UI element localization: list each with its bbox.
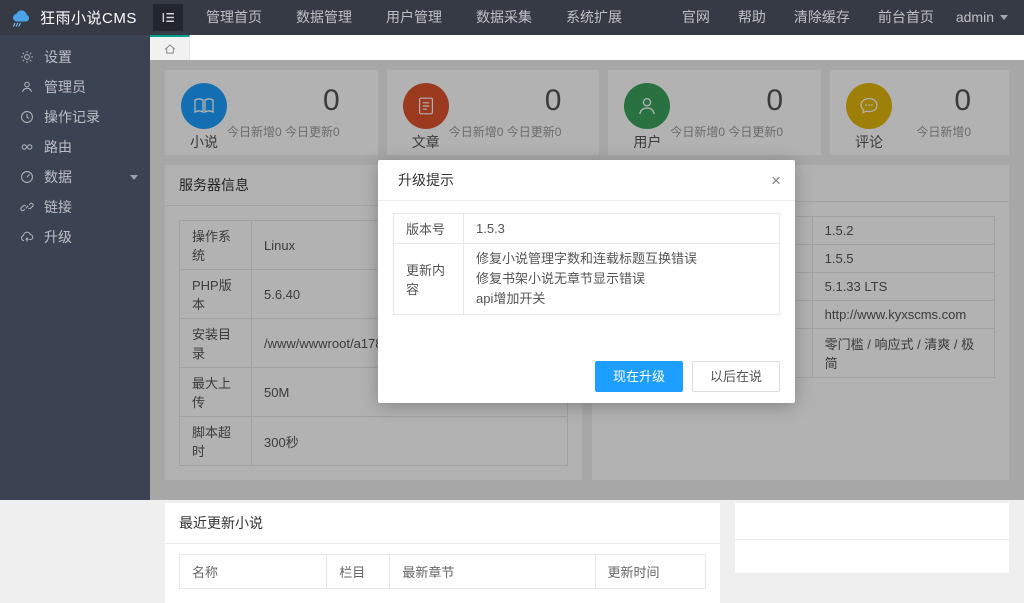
top-navbar: 狂雨小说CMS 管理首页 数据管理 用户管理 数据采集 系统扩展 官网 帮助 清… [0,0,1024,35]
update-note-line: api增加开关 [476,289,767,309]
sidebar-item-label: 升级 [44,227,72,247]
sidebar-item-data[interactable]: 数据 [0,162,150,192]
hamburger-icon [161,10,176,25]
upgrade-now-button[interactable]: 现在升级 [595,361,683,392]
nav-item-extend[interactable]: 系统扩展 [549,0,639,35]
dialog-title: 升级提示 [398,172,454,188]
panel-title: 最近更新小说 [165,503,720,544]
user-menu[interactable]: admin [948,0,1024,35]
gauge-icon [20,170,34,184]
nav-item-user-manage[interactable]: 用户管理 [369,0,459,35]
later-button[interactable]: 以后在说 [692,361,780,392]
table-row: 更新内容 修复小说管理字数和连载标题互换错误 修复书架小说无章节显示错误 api… [394,244,780,315]
brand[interactable]: 狂雨小说CMS [0,0,150,35]
panel-title [735,503,1009,540]
chevron-down-icon [1000,15,1008,20]
upgrade-info-table: 版本号 1.5.3 更新内容 修复小说管理字数和连载标题互换错误 修复书架小说无… [393,213,780,315]
top-right-menu: 官网 帮助 清除缓存 前台首页 admin [668,0,1024,35]
nav-item-home[interactable]: 管理首页 [189,0,279,35]
sidebar-item-settings[interactable]: 设置 [0,42,150,72]
sidebar-item-label: 设置 [44,47,72,67]
sidebar-item-label: 路由 [44,137,72,157]
sidebar-item-links[interactable]: 链接 [0,192,150,222]
version-value: 1.5.3 [464,214,780,244]
close-icon[interactable]: × [771,160,781,201]
top-menu: 管理首页 数据管理 用户管理 数据采集 系统扩展 [189,0,639,35]
tab-bar [150,35,1024,60]
recent-novels-table: 名称 栏目 最新章节 更新时间 [179,554,706,589]
column-header: 名称 [180,555,327,589]
dialog-footer: 现在升级 以后在说 [595,361,780,392]
sidebar: 设置 管理员 操作记录 路由 数据 链接 升级 [0,35,150,500]
recent-row: 最近更新小说 名称 栏目 最新章节 更新时间 [165,503,1009,603]
sidebar-item-upgrade[interactable]: 升级 [0,222,150,252]
table-header-row: 名称 栏目 最新章节 更新时间 [180,555,706,589]
sidebar-item-logs[interactable]: 操作记录 [0,102,150,132]
table-row: 版本号 1.5.3 [394,214,780,244]
sidebar-toggle-button[interactable] [153,4,183,31]
nav-item-data-manage[interactable]: 数据管理 [279,0,369,35]
update-notes: 修复小说管理字数和连载标题互换错误 修复书架小说无章节显示错误 api增加开关 [464,244,780,315]
brand-title: 狂雨小说CMS [40,7,137,28]
update-note-line: 修复小说管理字数和连载标题互换错误 [476,249,767,269]
column-header: 栏目 [327,555,390,589]
tab-home[interactable] [150,35,190,60]
upgrade-dialog: 升级提示 × 版本号 1.5.3 更新内容 修复小说管理字数和连载标题互换错误 … [378,160,795,403]
nav-item-front-home[interactable]: 前台首页 [864,0,948,35]
recent-novels-panel: 最近更新小说 名称 栏目 最新章节 更新时间 [165,503,720,603]
clock-icon [20,110,34,124]
dialog-header: 升级提示 × [378,160,795,201]
nav-item-official-site[interactable]: 官网 [668,0,724,35]
row-label: 版本号 [394,214,464,244]
sidebar-item-routes[interactable]: 路由 [0,132,150,162]
row-label: 更新内容 [394,244,464,315]
nav-item-help[interactable]: 帮助 [724,0,780,35]
dialog-body: 版本号 1.5.3 更新内容 修复小说管理字数和连载标题互换错误 修复书架小说无… [378,201,795,315]
link-icon [20,200,34,214]
user-icon [20,80,34,94]
username: admin [956,0,994,35]
sidebar-item-label: 操作记录 [44,107,100,127]
sidebar-item-label: 链接 [44,197,72,217]
nav-item-collect[interactable]: 数据采集 [459,0,549,35]
column-header: 更新时间 [595,555,705,589]
cloud-upload-icon [20,230,34,244]
home-icon [163,42,177,56]
chevron-down-icon [130,175,138,180]
sidebar-item-label: 数据 [44,167,72,187]
gear-icon [20,50,34,64]
sidebar-item-label: 管理员 [44,77,86,97]
column-header: 最新章节 [390,555,595,589]
sidebar-item-admins[interactable]: 管理员 [0,72,150,102]
update-note-line: 修复书架小说无章节显示错误 [476,269,767,289]
bottom-right-panel [735,503,1009,573]
logo-cloud-icon [10,6,33,29]
nav-item-clear-cache[interactable]: 清除缓存 [780,0,864,35]
route-icon [20,140,34,154]
